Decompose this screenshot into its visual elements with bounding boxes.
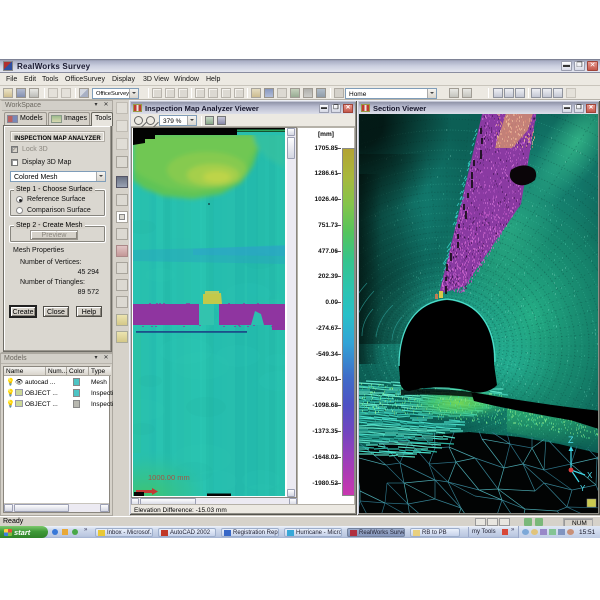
svg-text:X: X — [587, 471, 593, 480]
svg-text:Y: Y — [580, 484, 586, 493]
svg-text:1000.00 mm: 1000.00 mm — [148, 473, 190, 482]
svg-text:Z: Z — [568, 435, 574, 445]
